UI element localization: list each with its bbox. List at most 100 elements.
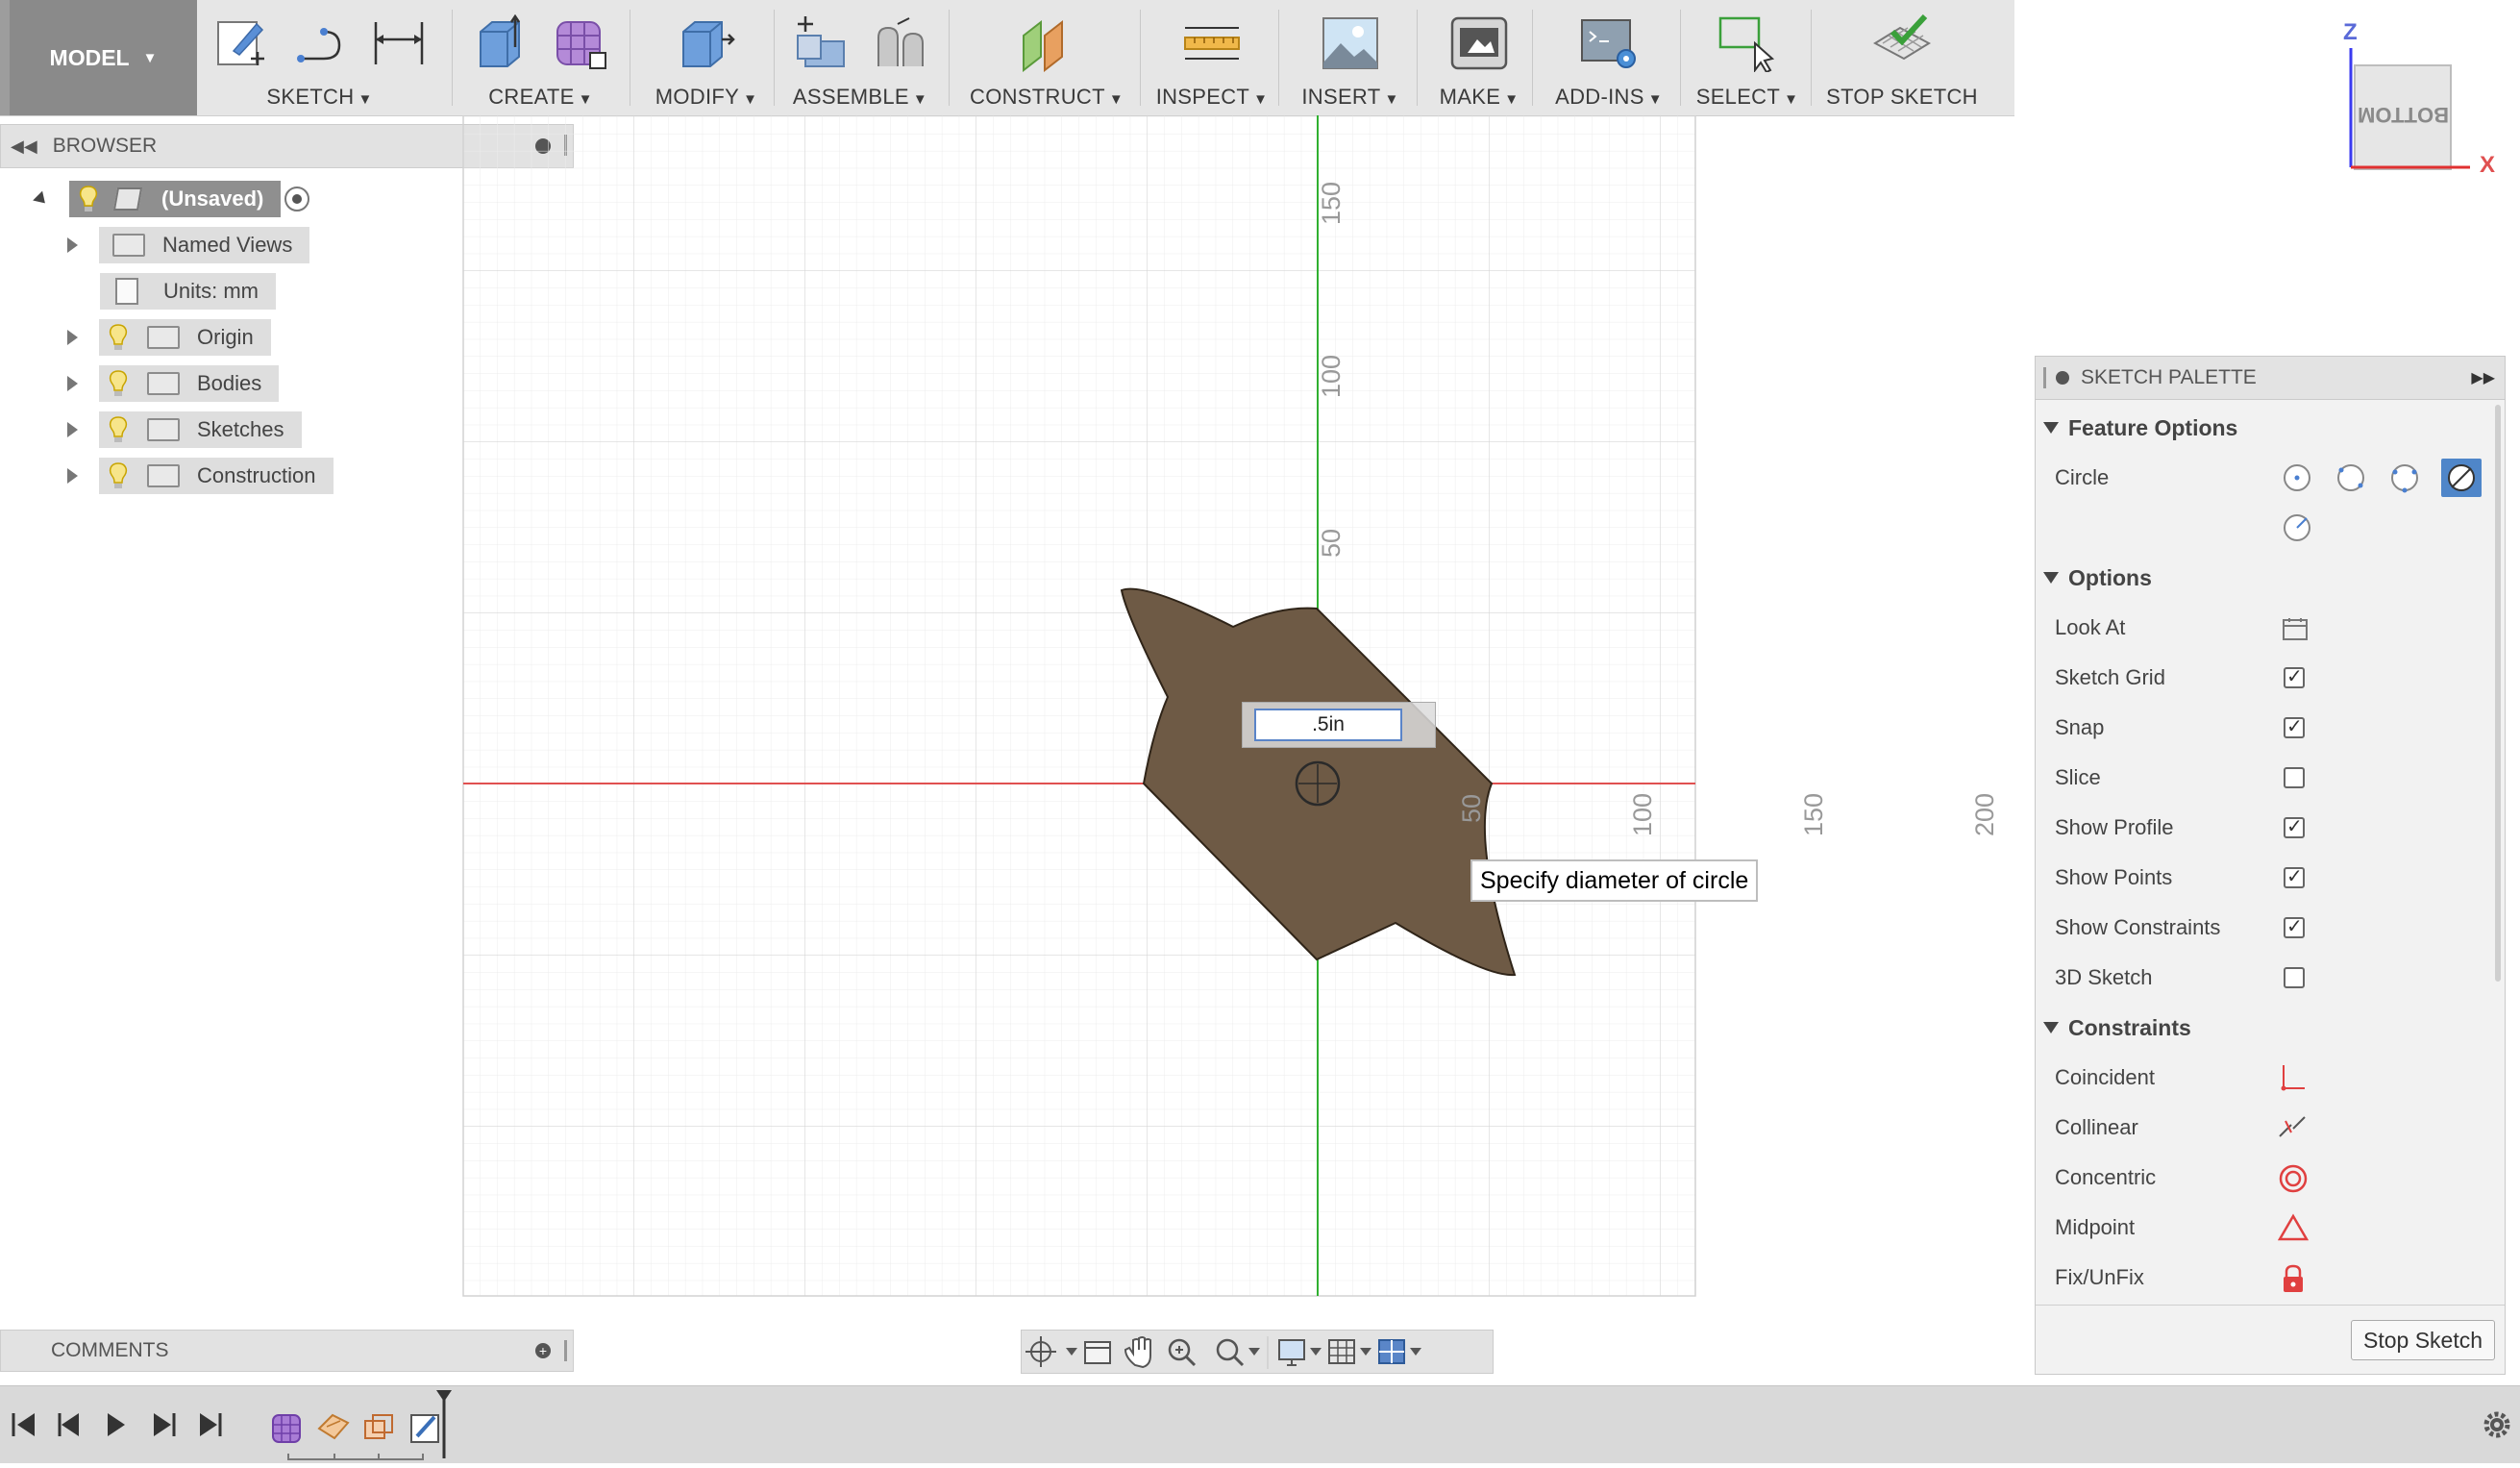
comments-panel-header[interactable]: COMMENTS + — [0, 1330, 574, 1372]
measure-icon[interactable] — [1181, 14, 1243, 72]
option-snap[interactable]: Snap — [2055, 709, 2497, 747]
3d-sketch-checkbox[interactable] — [2284, 967, 2305, 988]
addins-group[interactable]: ADD-INS ▼ — [1542, 0, 1676, 115]
options-section[interactable]: Options — [2036, 559, 2152, 597]
two-point-circle-icon[interactable] — [2337, 464, 2364, 491]
palette-pin-icon[interactable] — [2056, 371, 2069, 385]
midpoint-icon[interactable] — [2278, 1213, 2309, 1242]
expand-triangle-icon[interactable] — [67, 237, 78, 253]
scripts-icon[interactable] — [1578, 14, 1640, 72]
viewports-icon[interactable] — [1378, 1339, 1405, 1364]
constraint-midpoint[interactable]: Midpoint — [2055, 1208, 2497, 1247]
expand-triangle-icon[interactable] — [67, 468, 78, 484]
panel-grip-icon[interactable] — [564, 1340, 567, 1361]
tangent-circle-icon[interactable] — [2284, 514, 2310, 541]
tree-item-named-views[interactable]: Named Views — [67, 227, 310, 263]
insert-image-icon[interactable] — [1320, 14, 1381, 72]
grid-settings-icon[interactable] — [1328, 1339, 1355, 1364]
show-points-checkbox[interactable] — [2284, 864, 2305, 888]
slice-checkbox[interactable] — [2284, 767, 2305, 788]
constraint-coincident[interactable]: Coincident — [2055, 1058, 2497, 1097]
line-icon[interactable] — [291, 14, 349, 72]
construct-group[interactable]: CONSTRUCT ▼ — [961, 0, 1132, 115]
tree-item-construction[interactable]: Construction — [67, 458, 334, 494]
stop-sketch-toolbar-button[interactable]: STOP SKETCH — [1820, 0, 1984, 115]
expand-triangle-icon[interactable] — [67, 330, 78, 345]
settings-gear-icon[interactable] — [2483, 1411, 2510, 1438]
chevron-down-icon[interactable] — [1248, 1348, 1260, 1356]
collapse-browser-icon[interactable]: ◀◀ — [11, 137, 37, 157]
go-to-start-icon[interactable] — [12, 1413, 35, 1436]
constraints-section[interactable]: Constraints — [2036, 1008, 2191, 1047]
viewcube[interactable]: BOTTOM Z X — [2335, 19, 2508, 183]
option-slice[interactable]: Slice — [2055, 759, 2497, 797]
panel-grip-icon[interactable] — [2043, 367, 2046, 388]
select-group[interactable]: SELECT ▼ — [1690, 0, 1805, 115]
add-comment-icon[interactable]: + — [535, 1343, 551, 1358]
modify-group[interactable]: MODIFY ▼ — [639, 0, 774, 115]
lock-icon[interactable] — [2280, 1263, 2307, 1294]
play-icon[interactable] — [108, 1413, 125, 1436]
constraint-concentric[interactable]: Concentric — [2055, 1158, 2497, 1197]
lightbulb-icon[interactable] — [77, 185, 100, 213]
look-at-nav-icon[interactable] — [1084, 1341, 1111, 1364]
create-sketch-icon[interactable] — [212, 14, 270, 72]
create-group[interactable]: CREATE ▼ — [471, 0, 610, 115]
expand-triangle-icon[interactable] — [67, 422, 78, 437]
stop-sketch-button[interactable]: Stop Sketch — [2351, 1320, 2495, 1360]
insert-group[interactable]: INSERT ▼ — [1288, 0, 1413, 115]
make-group[interactable]: MAKE ▼ — [1426, 0, 1532, 115]
snap-checkbox[interactable] — [2284, 714, 2305, 738]
chevron-down-icon[interactable] — [1360, 1348, 1371, 1356]
sketch-grid-checkbox[interactable] — [2284, 664, 2305, 688]
option-look-at[interactable]: Look At — [2055, 609, 2497, 647]
center-diameter-circle-icon[interactable] — [2284, 464, 2310, 491]
three-point-circle-icon[interactable] — [2391, 464, 2418, 493]
palette-header[interactable]: SKETCH PALETTE ▶▶ — [2036, 357, 2505, 400]
tree-root-unsaved[interactable]: (Unsaved) — [29, 181, 310, 217]
orbit-icon[interactable] — [1025, 1336, 1056, 1367]
collinear-icon[interactable] — [2278, 1113, 2307, 1142]
assemble-group[interactable]: ASSEMBLE ▼ — [783, 0, 937, 115]
form-icon[interactable] — [552, 14, 609, 72]
new-component-icon[interactable] — [792, 14, 850, 72]
tree-item-sketches[interactable]: Sketches — [67, 411, 302, 448]
lightbulb-icon[interactable] — [107, 369, 130, 398]
expand-triangle-icon[interactable] — [67, 376, 78, 391]
palette-scrollbar[interactable] — [2495, 405, 2501, 982]
chevron-down-icon[interactable] — [1310, 1348, 1322, 1356]
option-show-profile[interactable]: Show Profile — [2055, 809, 2497, 847]
joint-icon[interactable] — [871, 14, 928, 72]
timeline-extrude-feature-icon[interactable] — [364, 1414, 393, 1439]
fit-zoom-icon[interactable] — [1216, 1338, 1245, 1367]
diameter-circle-icon[interactable] — [2441, 459, 2482, 497]
go-to-end-icon[interactable] — [200, 1413, 222, 1436]
option-show-points[interactable]: Show Points — [2055, 858, 2497, 897]
coincident-icon[interactable] — [2278, 1063, 2307, 1092]
workspace-switcher[interactable]: MODEL ▼ — [0, 0, 197, 115]
lightbulb-icon[interactable] — [107, 461, 130, 490]
lightbulb-icon[interactable] — [107, 323, 130, 352]
timeline-sketch-feature-icon[interactable] — [317, 1413, 350, 1440]
active-radio-icon[interactable] — [284, 187, 310, 211]
step-back-icon[interactable] — [58, 1413, 79, 1436]
inspect-group[interactable]: INSPECT ▼ — [1149, 0, 1274, 115]
chevron-down-icon[interactable] — [1066, 1348, 1077, 1356]
collapse-palette-icon[interactable]: ▶▶ — [2471, 368, 2495, 387]
option-show-constraints[interactable]: Show Constraints — [2055, 908, 2497, 947]
step-forward-icon[interactable] — [154, 1413, 176, 1436]
option-3d-sketch[interactable]: 3D Sketch — [2055, 958, 2497, 997]
press-pull-icon[interactable] — [676, 14, 737, 72]
timeline-active-sketch-icon[interactable] — [410, 1390, 452, 1458]
constraint-fix-unfix[interactable]: Fix/UnFix — [2055, 1258, 2497, 1297]
option-sketch-grid[interactable]: Sketch Grid — [2055, 659, 2497, 697]
pan-hand-icon[interactable] — [1124, 1336, 1151, 1369]
dimension-icon[interactable] — [370, 14, 428, 72]
diameter-input[interactable] — [1254, 709, 1402, 741]
concentric-icon[interactable] — [2278, 1163, 2309, 1194]
sketch-group[interactable]: SKETCH ▼ — [211, 0, 428, 115]
offset-plane-icon[interactable] — [1016, 14, 1077, 72]
tree-item-origin[interactable]: Origin — [67, 319, 271, 356]
timeline-form-feature-icon[interactable] — [272, 1414, 301, 1443]
constraint-collinear[interactable]: Collinear — [2055, 1108, 2497, 1147]
